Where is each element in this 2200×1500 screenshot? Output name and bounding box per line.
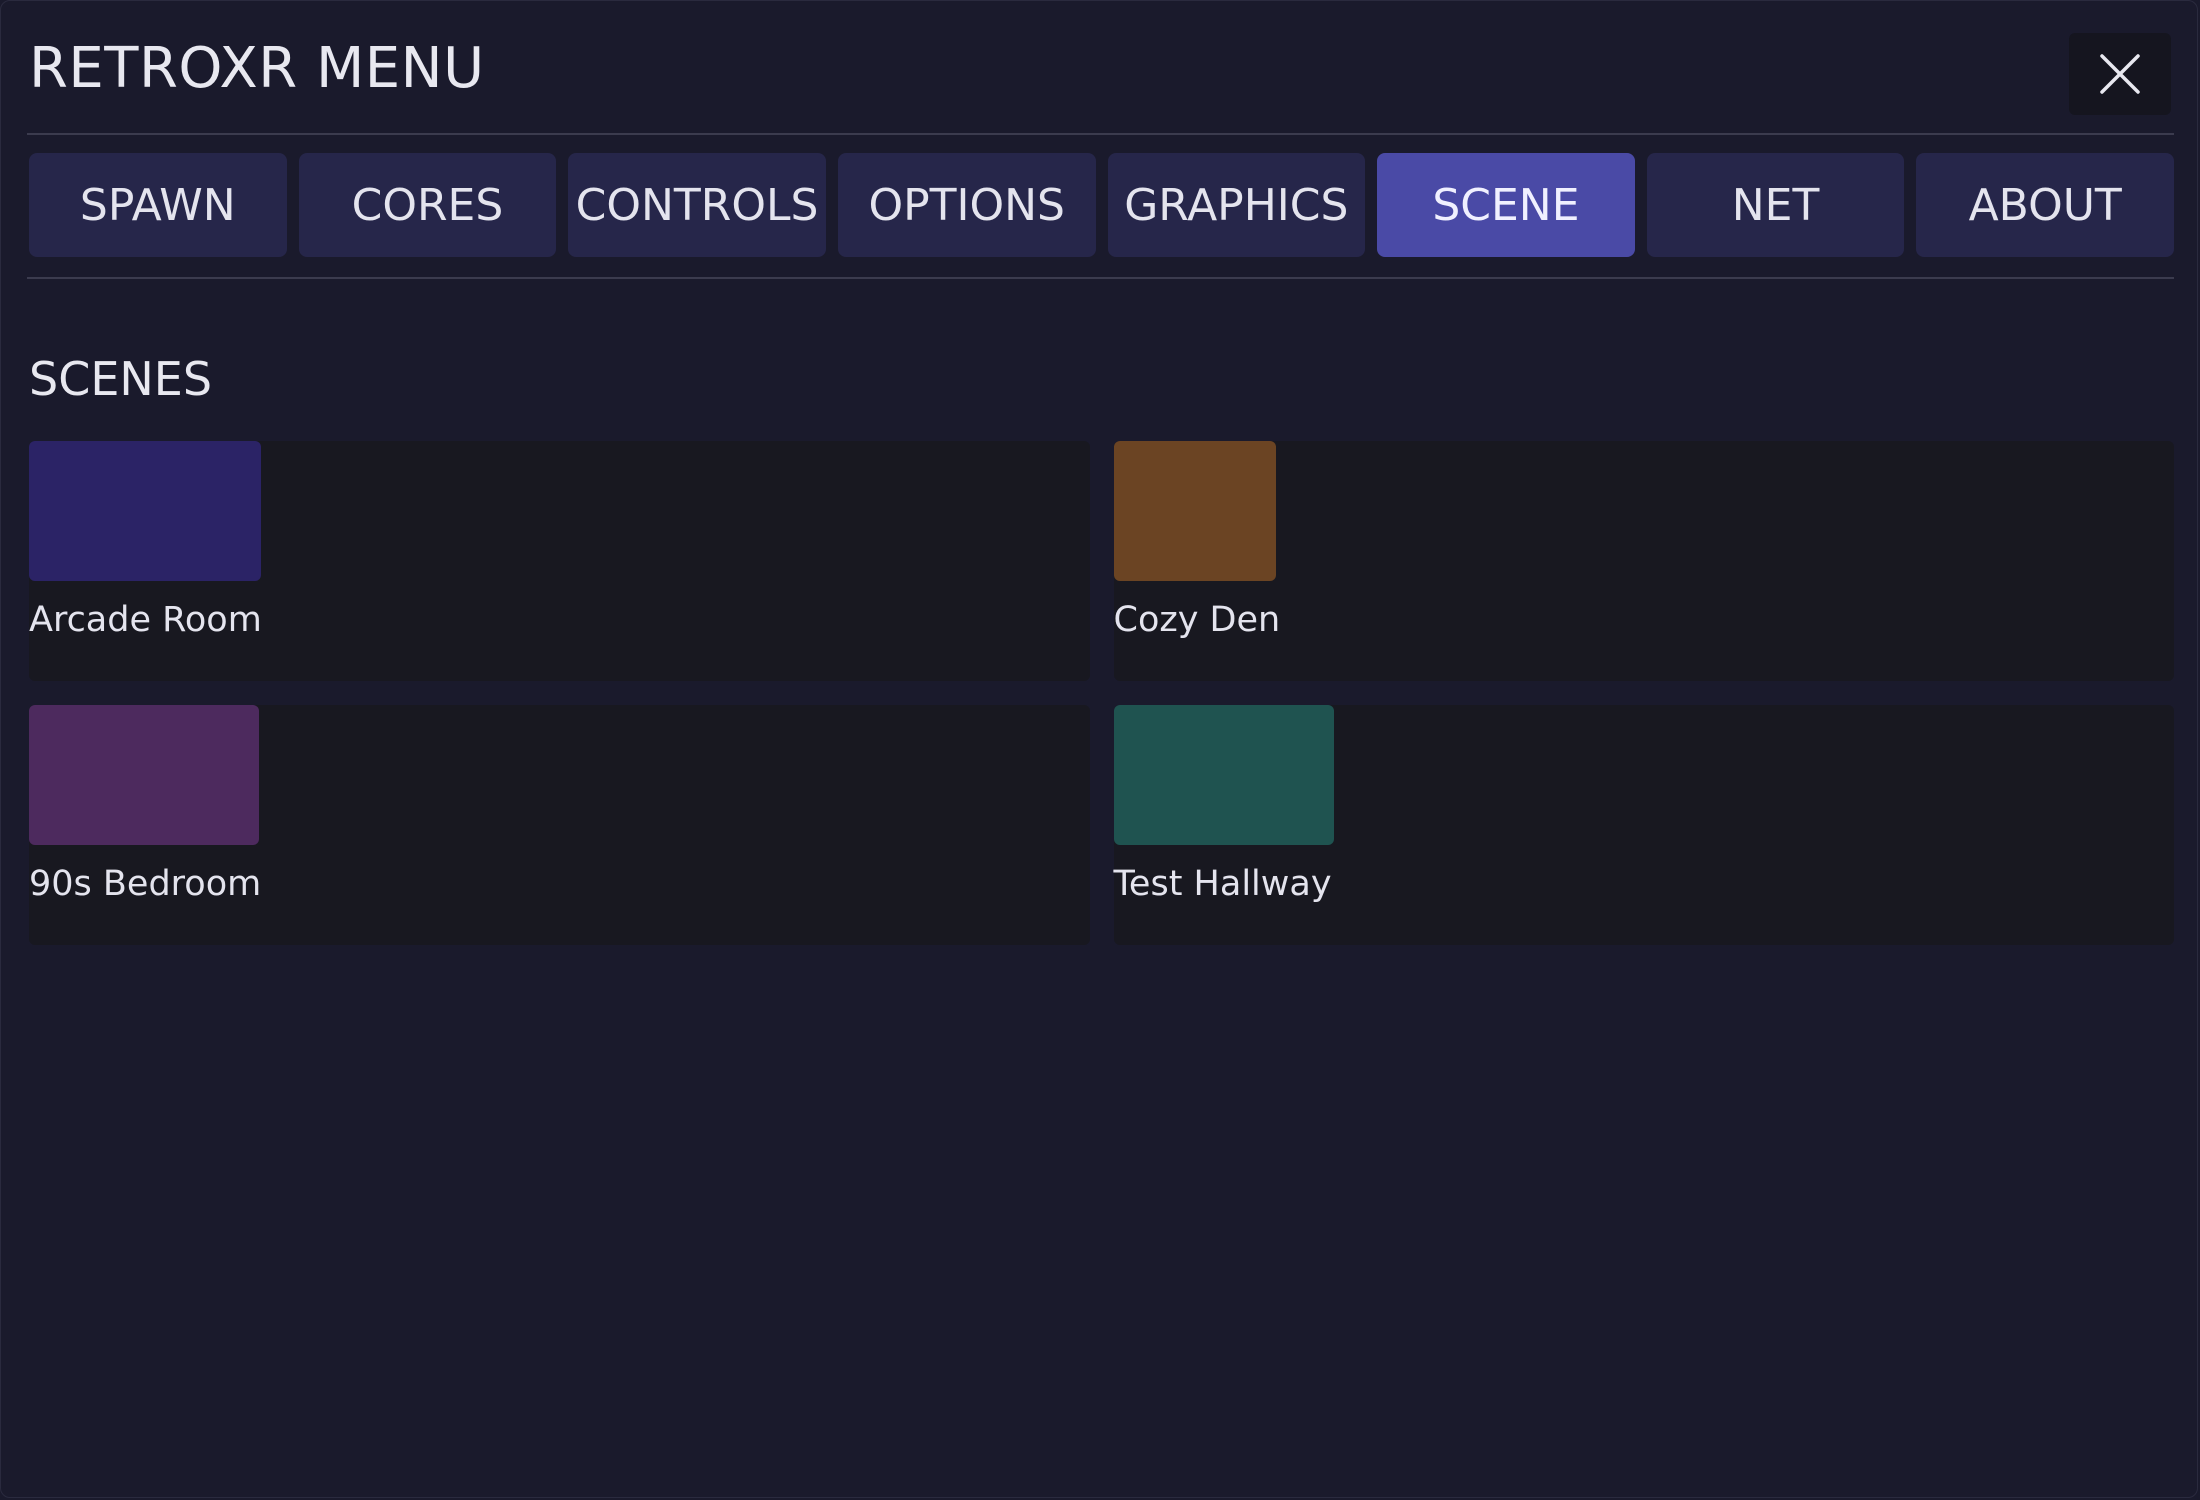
divider-top (27, 133, 2174, 135)
window-title: RETROXR MENU (29, 36, 485, 101)
scene-thumbnail (1113, 705, 1334, 845)
scene-label: 90s Bedroom (29, 864, 262, 904)
tab-scene[interactable]: SCENE (1377, 153, 1635, 257)
scene-label: Cozy Den (1113, 600, 1281, 640)
scene-card-arcade-room[interactable]: Arcade Room (29, 441, 1090, 681)
scene-thumbnail (29, 441, 261, 581)
tab-about[interactable]: ABOUT (1916, 153, 2174, 257)
tab-graphics[interactable]: GRAPHICS (1107, 153, 1366, 257)
scene-card-cozy-den[interactable]: Cozy Den (1113, 441, 2174, 681)
close-icon (2100, 54, 2140, 94)
tab-net[interactable]: NET (1646, 153, 1905, 257)
tab-bar: SPAWN CORES CONTROLS OPTIONS GRAPHICS SC… (29, 153, 2174, 257)
tab-spawn[interactable]: SPAWN (29, 153, 287, 257)
tab-controls[interactable]: CONTROLS (568, 153, 826, 257)
scene-label: Test Hallway (1113, 864, 1332, 904)
scene-grid: Arcade Room Cozy Den 90s Bedroom Test Ha… (29, 441, 2174, 945)
close-button[interactable] (2069, 33, 2171, 115)
divider-bottom (27, 277, 2174, 279)
menu-window: RETROXR MENU SPAWN CORES CONTROLS OPTION… (0, 0, 2198, 1498)
scene-thumbnail (1113, 441, 1276, 581)
scene-card-test-hallway[interactable]: Test Hallway (1113, 705, 2174, 945)
scene-label: Arcade Room (29, 600, 262, 640)
scene-card-90s-bedroom[interactable]: 90s Bedroom (29, 705, 1090, 945)
scenes-heading: SCENES (29, 352, 213, 406)
scene-thumbnail (29, 705, 259, 845)
tab-cores[interactable]: CORES (298, 153, 557, 257)
tab-options[interactable]: OPTIONS (837, 153, 1096, 257)
